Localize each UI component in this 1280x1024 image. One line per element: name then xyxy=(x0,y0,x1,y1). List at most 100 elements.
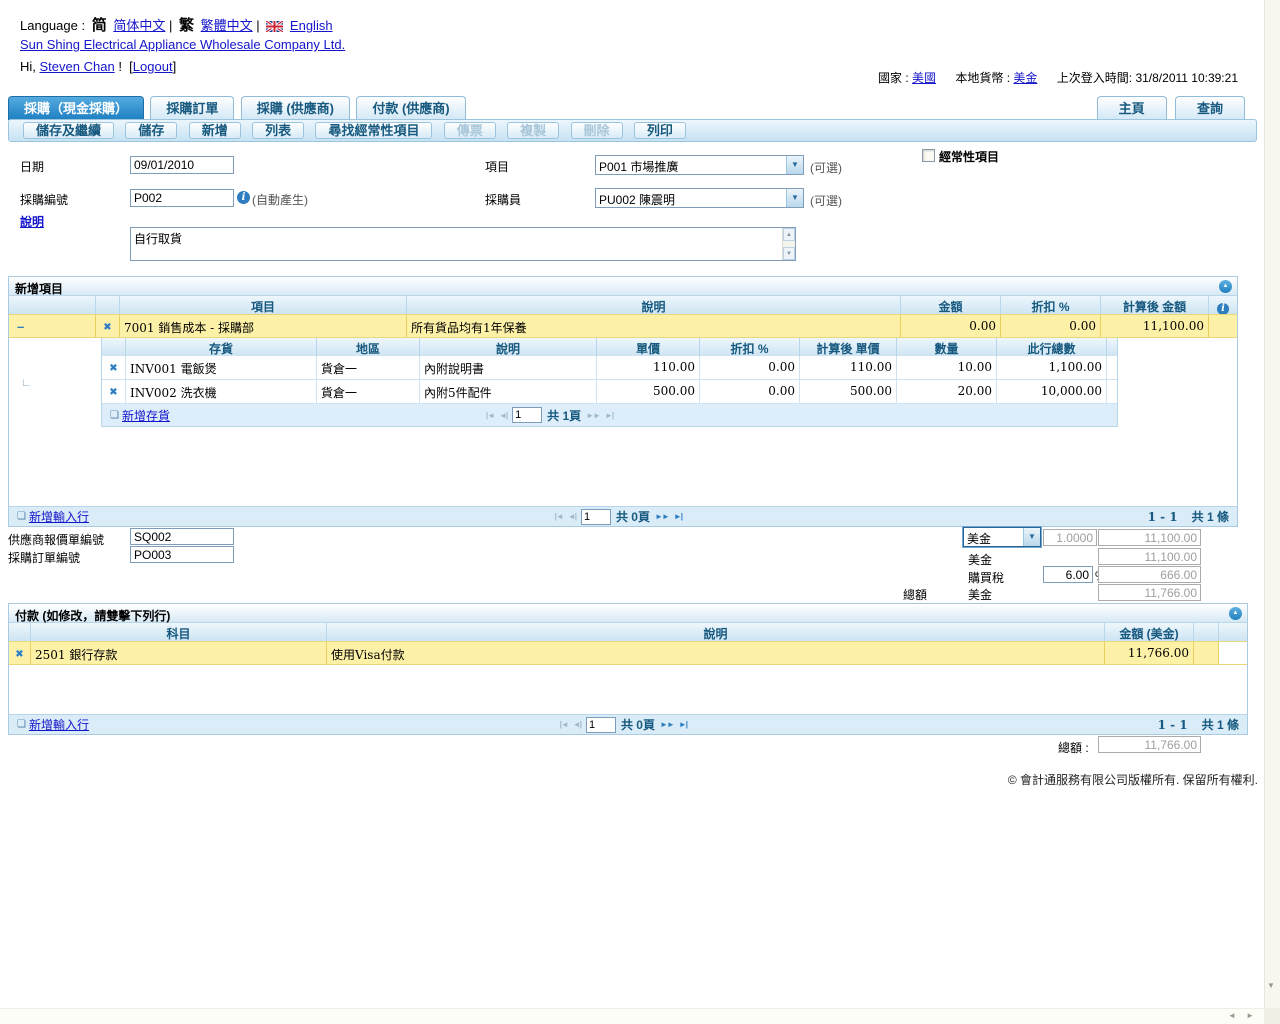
amount-input xyxy=(1098,529,1201,546)
country-link[interactable]: 美國 xyxy=(912,71,936,85)
date-input[interactable] xyxy=(130,156,234,174)
list-button[interactable]: 列表 xyxy=(252,122,304,139)
page-input[interactable] xyxy=(586,717,616,733)
scrollbar-corner xyxy=(1264,1008,1280,1024)
copy-button: 複製 xyxy=(507,122,559,139)
add-line-link[interactable]: 新增輸入行 xyxy=(29,716,89,733)
local-currency-link[interactable]: 美金 xyxy=(1013,71,1037,85)
line-total-cell: 1,100.00 xyxy=(997,356,1107,379)
scroll-down-icon[interactable]: ▼ xyxy=(783,247,795,260)
chevron-down-icon[interactable]: ▼ xyxy=(786,156,803,174)
first-page-icon[interactable]: |◄ xyxy=(560,720,568,729)
toolbar: 儲存及繼續 儲存 新增 列表 尋找經常性項目 傳票 複製 刪除 列印 xyxy=(8,119,1257,142)
collapse-panel-icon[interactable]: ▲ xyxy=(1219,280,1232,293)
print-button[interactable]: 列印 xyxy=(634,122,686,139)
payment-row[interactable]: ✖ 2501 銀行存款 使用Visa付款 11,766.00 xyxy=(9,641,1247,665)
prev-page-icon[interactable]: ◄| xyxy=(499,411,507,420)
next-page-icon[interactable]: ►► xyxy=(586,411,600,420)
total-currency-label: 美金 xyxy=(968,586,992,603)
col-area: 地區 xyxy=(317,338,420,356)
horizontal-scrollbar[interactable]: ◄ ► xyxy=(0,1008,1264,1024)
first-page-icon[interactable]: |◄ xyxy=(486,411,494,420)
add-inventory-link[interactable]: 新增存貨 xyxy=(122,407,170,424)
tab-payment-supplier[interactable]: 付款 (供應商) xyxy=(356,96,465,120)
items-panel-title-bar: 新增項目 ▲ xyxy=(9,277,1237,296)
language-label: Language : xyxy=(20,18,85,33)
last-page-icon[interactable]: ►| xyxy=(679,720,687,729)
last-page-icon[interactable]: ►| xyxy=(674,512,682,521)
desc-cell: 內附說明書 xyxy=(420,356,597,379)
description-value: 自行取貨 xyxy=(134,230,779,247)
tab-purchase-cash[interactable]: 採購（現金採購） xyxy=(8,96,144,120)
next-page-icon[interactable]: ►► xyxy=(660,720,674,729)
currency-select[interactable]: 美金 ▼ xyxy=(963,527,1041,547)
scroll-left-right-icons[interactable]: ◄ ► xyxy=(1228,1011,1258,1020)
pay-amount-cell: 11,766.00 xyxy=(1105,642,1194,664)
new-button[interactable]: 新增 xyxy=(189,122,241,139)
user-link[interactable]: Steven Chan xyxy=(40,59,115,74)
save-continue-button[interactable]: 儲存及繼續 xyxy=(23,122,114,139)
last-page-icon[interactable]: ►| xyxy=(605,411,613,420)
page-input[interactable] xyxy=(581,509,611,525)
inventory-row[interactable]: ✖ INV001 電飯煲 貨倉一 內附說明書 110.00 0.00 110.0… xyxy=(102,356,1117,380)
company-link[interactable]: Sun Shing Electrical Appliance Wholesale… xyxy=(20,37,345,52)
total-label: 總額 xyxy=(903,586,927,603)
qty-cell: 10.00 xyxy=(897,356,997,379)
subtotal-input xyxy=(1098,548,1201,565)
area-cell: 貨倉一 xyxy=(317,356,420,379)
next-page-icon[interactable]: ►► xyxy=(655,512,669,521)
prev-page-icon[interactable]: ◄| xyxy=(573,720,581,729)
purchase-tax-label: 購買稅 xyxy=(968,569,1004,586)
find-recurring-button[interactable]: 尋找經常性項目 xyxy=(315,122,432,139)
supplier-quote-input[interactable] xyxy=(130,528,234,545)
page-total: 共 0頁 xyxy=(616,508,650,525)
page-total: 共 1頁 xyxy=(547,407,581,424)
tab-purchase-supplier[interactable]: 採購 (供應商) xyxy=(241,96,350,120)
inventory-row[interactable]: ✖ INV002 洗衣機 貨倉一 內附5件配件 500.00 0.00 500.… xyxy=(102,380,1117,404)
save-button[interactable]: 儲存 xyxy=(125,122,177,139)
add-line-link[interactable]: 新增輸入行 xyxy=(29,508,89,525)
delete-row-icon[interactable]: ✖ xyxy=(103,322,111,333)
description-textarea[interactable]: 自行取貨 ▲ ▼ xyxy=(130,227,796,261)
po-input[interactable] xyxy=(130,546,234,563)
home-button[interactable]: 主頁 xyxy=(1097,96,1167,120)
description-link[interactable]: 說明 xyxy=(20,213,44,230)
col-calc-unit-price: 計算後 單價 xyxy=(800,338,897,356)
scroll-down-icon[interactable]: ▼ xyxy=(1267,981,1275,990)
purchase-no-input[interactable] xyxy=(130,189,234,207)
greeting-prefix: Hi, xyxy=(20,59,36,74)
discount-cell: 0.00 xyxy=(700,380,800,403)
page-input[interactable] xyxy=(512,407,542,423)
prev-page-icon[interactable]: ◄| xyxy=(568,512,576,521)
chevron-down-icon[interactable]: ▼ xyxy=(786,189,803,207)
logout-link[interactable]: Logout xyxy=(133,59,173,74)
language-link-simplified[interactable]: 简体中文 xyxy=(113,18,165,33)
col-line-total: 此行總數 xyxy=(997,338,1107,356)
scroll-up-icon[interactable]: ▲ xyxy=(783,228,795,241)
collapse-row-icon[interactable]: – xyxy=(9,315,96,337)
chevron-down-icon[interactable]: ▼ xyxy=(1023,528,1040,546)
currency-select-value: 美金 xyxy=(967,532,991,546)
project-select[interactable]: P001 市場推廣 ▼ xyxy=(595,155,804,175)
first-page-icon[interactable]: |◄ xyxy=(555,512,563,521)
calc-unit-price-cell: 500.00 xyxy=(800,380,897,403)
language-bar: Language : 简 简体中文 | 繁 繁體中文 | English xyxy=(20,14,333,35)
recurring-checkbox[interactable] xyxy=(922,149,935,162)
delete-row-icon[interactable]: ✖ xyxy=(109,387,117,398)
query-button[interactable]: 查詢 xyxy=(1175,96,1245,120)
project-label: 項目 xyxy=(485,158,509,175)
delete-row-icon[interactable]: ✖ xyxy=(15,649,23,660)
exchange-rate-input xyxy=(1043,529,1097,546)
pay-desc-cell: 使用Visa付款 xyxy=(327,642,1105,664)
language-link-english[interactable]: English xyxy=(290,18,333,33)
tab-purchase-order[interactable]: 採購訂單 xyxy=(150,96,234,120)
tax-rate-input[interactable] xyxy=(1043,566,1093,583)
collapse-panel-icon[interactable]: ▲ xyxy=(1229,607,1242,620)
vertical-scrollbar[interactable]: ▼ xyxy=(1264,0,1280,1008)
textarea-scrollbar[interactable]: ▲ ▼ xyxy=(782,228,795,260)
delete-row-icon[interactable]: ✖ xyxy=(109,363,117,374)
item-row[interactable]: – ✖ 7001 銷售成本 - 採購部 所有貨品均有1年保養 0.00 0.00… xyxy=(9,314,1237,338)
purchaser-select[interactable]: PU002 陳震明 ▼ xyxy=(595,188,804,208)
language-link-traditional[interactable]: 繁體中文 xyxy=(201,18,253,33)
calc-amount-cell: 11,100.00 xyxy=(1101,315,1209,337)
